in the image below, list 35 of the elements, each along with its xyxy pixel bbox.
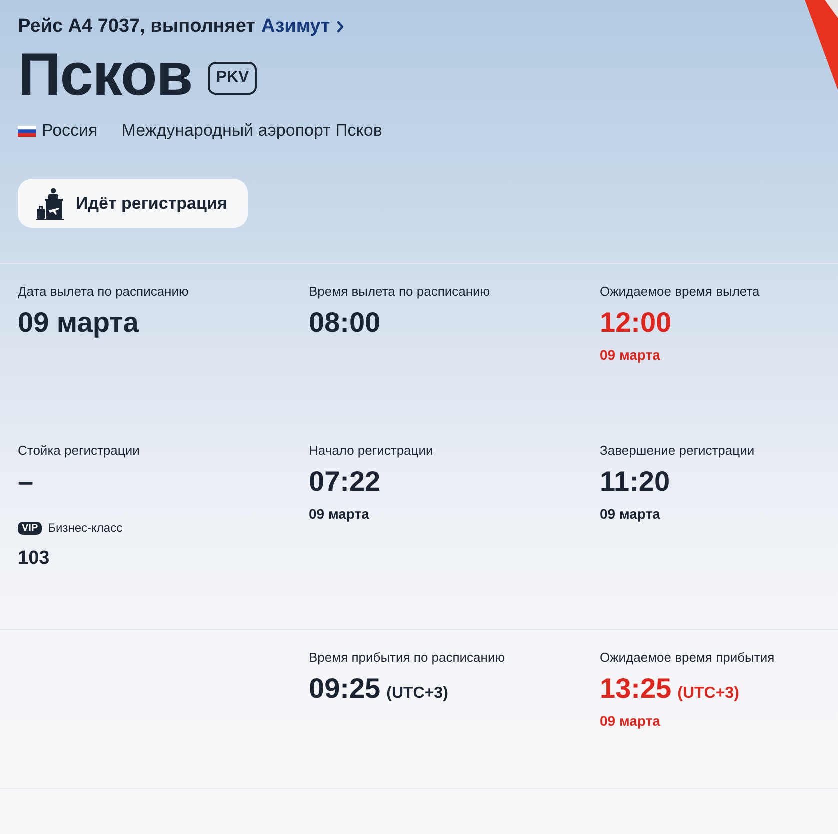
field-value: 12:00 — [600, 306, 672, 340]
date-text: 09 марта — [600, 505, 660, 523]
field-value: 07:22 — [309, 465, 381, 499]
field-label: Завершение регистрации — [600, 443, 755, 459]
field-label: Время прибытия по расписанию — [309, 650, 505, 666]
date-text: 09 марта — [600, 712, 660, 730]
field-value: 09:25 — [309, 672, 381, 706]
airport-code-badge: PKV — [208, 62, 258, 94]
field-label: Ожидаемое время прибытия — [600, 650, 775, 666]
field-value: 08:00 — [309, 306, 381, 340]
vip-badge: VIP — [18, 522, 42, 534]
field-value: 09 марта — [18, 306, 139, 340]
field-label: Время вылета по расписанию — [309, 284, 490, 300]
class-label: Бизнес-класс — [48, 521, 123, 535]
field-label: Дата вылета по расписанию — [18, 284, 189, 300]
operator-link[interactable]: Азимут — [261, 16, 344, 38]
timezone-text: (UTC+3) — [678, 685, 740, 703]
field-label: Начало регистрации — [309, 443, 434, 459]
status-label: Идёт регистрация — [76, 194, 228, 214]
chevron-right-icon — [337, 21, 344, 33]
field-label: Стойка регистрации — [18, 443, 140, 459]
timezone-text: (UTC+3) — [386, 685, 448, 703]
field-value: 11:20 — [600, 465, 670, 499]
airport-name: Международный аэропорт Псков — [122, 121, 382, 141]
country-text: Россия — [42, 121, 98, 141]
flag-icon — [18, 126, 36, 136]
check-in-desk-icon — [36, 188, 64, 220]
counter-number: 103 — [18, 547, 50, 571]
field-value: – — [18, 465, 34, 499]
field-label: Ожидаемое время вылета — [600, 284, 760, 300]
city-title: Псков — [18, 43, 192, 107]
flight-number-text: Рейс А4 7037, выполняет — [18, 16, 256, 38]
date-text: 09 марта — [600, 346, 660, 364]
date-text: 09 марта — [309, 505, 370, 523]
field-value: 13:25 — [600, 672, 672, 706]
